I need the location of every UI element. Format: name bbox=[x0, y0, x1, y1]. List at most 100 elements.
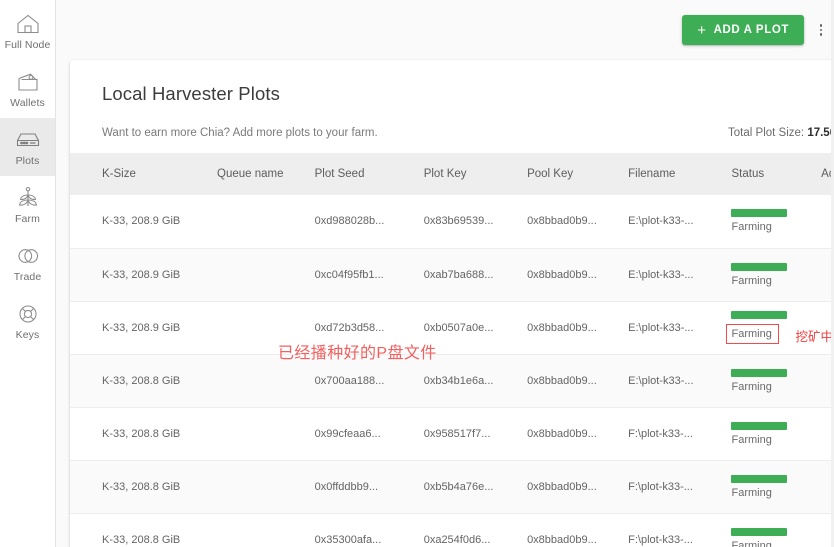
cell-pool-key: 0x8bbad0b9... bbox=[527, 248, 628, 301]
status-badge: Farming bbox=[731, 422, 821, 446]
status-badge: Farming bbox=[731, 263, 821, 287]
cell-queue bbox=[217, 354, 315, 407]
status-progress-bar bbox=[731, 422, 787, 430]
cell-pool-key: 0x8bbad0b9... bbox=[527, 195, 628, 248]
cell-pool-key: 0x8bbad0b9... bbox=[527, 460, 628, 513]
cell-plot-key: 0xab7ba688... bbox=[424, 248, 527, 301]
cell-plot-seed: 0xd72b3d58... bbox=[315, 301, 424, 354]
cell-queue bbox=[217, 301, 315, 354]
cell-plot-key: 0xa254f0d6... bbox=[424, 513, 527, 547]
cell-status: Farming挖矿中 bbox=[731, 301, 821, 354]
sidebar-item-wallets[interactable]: Wallets bbox=[0, 60, 55, 118]
status-label: Farming bbox=[731, 540, 771, 547]
cell-status: Farming bbox=[731, 513, 821, 547]
cell-plot-key: 0x958517f7... bbox=[424, 407, 527, 460]
column-header-pool-key[interactable]: Pool Key bbox=[527, 153, 628, 195]
cell-plot-seed: 0x700aa188... bbox=[315, 354, 424, 407]
farm-plant-icon bbox=[15, 185, 41, 211]
status-badge: Farming bbox=[731, 209, 821, 233]
sidebar-item-plots[interactable]: Plots bbox=[0, 118, 55, 176]
cell-queue bbox=[217, 407, 315, 460]
status-badge: Farming bbox=[731, 475, 821, 499]
column-header-queue[interactable]: Queue name bbox=[217, 153, 315, 195]
sidebar-item-full-node[interactable]: Full Node bbox=[0, 2, 55, 60]
table-row[interactable]: K-33, 208.8 GiB 0x700aa188...0xb34b1e6a..… bbox=[70, 354, 834, 407]
column-header-plot-seed[interactable]: Plot Seed bbox=[315, 153, 424, 195]
wallet-icon bbox=[15, 69, 41, 95]
column-header-filename[interactable]: Filename bbox=[628, 153, 731, 195]
annotation-inline: 挖矿中 bbox=[795, 326, 833, 345]
page-title: Local Harvester Plots bbox=[70, 60, 834, 105]
table-row[interactable]: K-33, 208.9 GiB0xd72b3d58...0xb0507a0e..… bbox=[70, 301, 834, 354]
status-progress-bar bbox=[731, 311, 787, 319]
cell-status: Farming bbox=[731, 354, 821, 407]
sidebar-item-keys[interactable]: Keys bbox=[0, 292, 55, 350]
sidebar-item-farm[interactable]: Farm bbox=[0, 176, 55, 234]
status-badge: Farming bbox=[731, 528, 821, 547]
column-header-ksize[interactable]: K-Size bbox=[70, 153, 217, 195]
app-root: Full Node Wallets bbox=[0, 0, 834, 547]
cell-plot-key: 0xb5b4a76e... bbox=[424, 460, 527, 513]
plus-icon: + bbox=[697, 23, 706, 38]
cell-queue bbox=[217, 513, 315, 547]
home-icon bbox=[15, 11, 41, 37]
local-harvester-plots-card: Local Harvester Plots Want to earn more … bbox=[70, 60, 834, 547]
status-progress-bar bbox=[731, 475, 787, 483]
cell-plot-seed: 0x0ffddbb9... bbox=[315, 460, 424, 513]
table-row[interactable]: K-33, 208.8 GiB0x35300afa...0xa254f0d6..… bbox=[70, 513, 834, 547]
cell-ksize: K-33, 208.9 GiB bbox=[70, 195, 217, 248]
main-content: + ADD A PLOT Local Harvester Plots Want … bbox=[56, 0, 834, 547]
cell-queue bbox=[217, 248, 315, 301]
cell-plot-key: 0xb34b1e6a... bbox=[424, 354, 527, 407]
cell-plot-seed: 0xd988028b... bbox=[315, 195, 424, 248]
cell-filename: E:\plot-k33-... bbox=[628, 195, 731, 248]
keys-lifebuoy-icon bbox=[15, 301, 41, 327]
status-label: Farming bbox=[731, 434, 771, 446]
status-label: Farming bbox=[731, 221, 771, 233]
column-header-plot-key[interactable]: Plot Key bbox=[424, 153, 527, 195]
cell-status: Farming bbox=[731, 460, 821, 513]
kebab-menu-icon[interactable] bbox=[812, 24, 830, 36]
cell-filename: F:\plot-k33-... bbox=[628, 407, 731, 460]
card-subtitle: Want to earn more Chia? Add more plots t… bbox=[102, 127, 728, 139]
cell-plot-key: 0x83b69539... bbox=[424, 195, 527, 248]
cell-status: Farming bbox=[731, 248, 821, 301]
cell-filename: E:\plot-k33-... bbox=[628, 301, 731, 354]
sidebar: Full Node Wallets bbox=[0, 0, 56, 547]
cell-ksize: K-33, 208.8 GiB bbox=[70, 460, 217, 513]
status-label: Farming bbox=[731, 381, 771, 393]
cell-plot-seed: 0xc04f95fb1... bbox=[315, 248, 424, 301]
plots-table-header: K-Size Queue name Plot Seed Plot Key Poo… bbox=[70, 153, 834, 195]
cell-ksize: K-33, 208.8 GiB bbox=[70, 513, 217, 547]
cell-pool-key: 0x8bbad0b9... bbox=[527, 407, 628, 460]
table-row[interactable]: K-33, 208.9 GiB 0xc04f95fb1...0xab7ba688.… bbox=[70, 248, 834, 301]
cell-ksize: K-33, 208.8 GiB bbox=[70, 354, 217, 407]
table-header-row: K-Size Queue name Plot Seed Plot Key Poo… bbox=[70, 153, 834, 195]
plots-table: K-Size Queue name Plot Seed Plot Key Poo… bbox=[70, 153, 834, 547]
sidebar-item-label: Plots bbox=[16, 155, 40, 167]
add-a-plot-button[interactable]: + ADD A PLOT bbox=[682, 15, 804, 45]
status-progress-bar bbox=[731, 369, 787, 377]
card-subheader: Want to earn more Chia? Add more plots t… bbox=[70, 105, 834, 139]
table-row[interactable]: K-33, 208.9 GiB 0xd988028b...0x83b69539..… bbox=[70, 195, 834, 248]
cell-filename: F:\plot-k33-... bbox=[628, 513, 731, 547]
status-badge: Farming bbox=[731, 369, 821, 393]
cell-ksize: K-33, 208.9 GiB bbox=[70, 248, 217, 301]
total-plot-size-value: 17.563 TiB bbox=[807, 127, 834, 139]
status-progress-bar bbox=[731, 528, 787, 536]
table-row[interactable]: K-33, 208.8 GiB 0x99cfeaa6...0x958517f7..… bbox=[70, 407, 834, 460]
table-row[interactable]: K-33, 208.8 GiB 0x0ffddbb9...0xb5b4a76e..… bbox=[70, 460, 834, 513]
cell-queue bbox=[217, 460, 315, 513]
cell-plot-seed: 0x99cfeaa6... bbox=[315, 407, 424, 460]
cell-filename: F:\plot-k33-... bbox=[628, 460, 731, 513]
cell-ksize: K-33, 208.9 GiB bbox=[70, 301, 217, 354]
cell-filename: E:\plot-k33-... bbox=[628, 354, 731, 407]
sidebar-item-trade[interactable]: Trade bbox=[0, 234, 55, 292]
cell-pool-key: 0x8bbad0b9... bbox=[527, 354, 628, 407]
sidebar-item-label: Full Node bbox=[5, 39, 51, 51]
sidebar-item-label: Trade bbox=[14, 271, 42, 283]
sidebar-item-label: Farm bbox=[15, 213, 40, 225]
column-header-status[interactable]: Status bbox=[731, 153, 821, 195]
add-a-plot-label: ADD A PLOT bbox=[714, 24, 789, 36]
cell-ksize: K-33, 208.8 GiB bbox=[70, 407, 217, 460]
